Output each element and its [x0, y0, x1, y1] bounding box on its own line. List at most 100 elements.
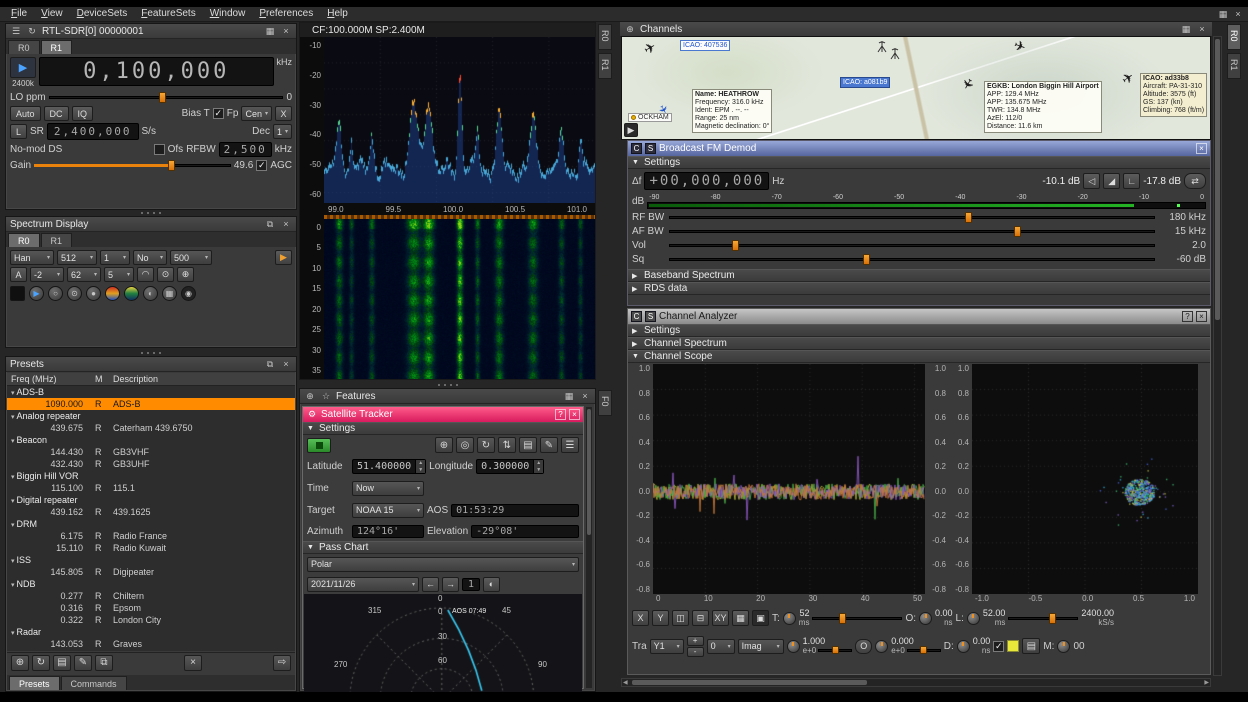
background-color-button[interactable] — [10, 286, 25, 301]
averaging-mode-combo[interactable]: No▾ — [133, 250, 167, 265]
timebase-knob[interactable] — [783, 612, 796, 625]
decay-combo[interactable]: 5▾ — [104, 267, 134, 282]
autoscale-button[interactable]: A — [10, 267, 27, 282]
fm-demod-titlebar[interactable]: C S Broadcast FM Demod × — [628, 141, 1210, 156]
splitter-handle[interactable] — [5, 349, 297, 356]
rds-data-section[interactable]: ▶ RDS data — [628, 282, 1210, 295]
max-hold-button[interactable]: ● — [86, 286, 101, 301]
waterfall-button[interactable] — [124, 286, 139, 301]
fft-window-combo[interactable]: Han▾ — [10, 250, 54, 265]
right-workspace-tab-r0[interactable]: R0 — [1227, 24, 1241, 50]
tracker-settings-section[interactable]: ▼ Settings — [303, 422, 583, 435]
transverter-button[interactable]: X — [275, 106, 292, 121]
right-workspace-tab-r1[interactable]: R1 — [1227, 53, 1241, 79]
preset-row[interactable]: ADS-B — [7, 386, 295, 398]
ref-level-combo[interactable]: -2▾ — [30, 267, 64, 282]
export-preset-button[interactable]: ⧉ — [95, 655, 113, 671]
preset-row[interactable]: 432.430 R GB3UHF — [7, 458, 295, 470]
trigger-offset-knob[interactable] — [919, 612, 932, 625]
decay-curve-icon[interactable]: ◠ — [137, 267, 154, 282]
fft-size-combo[interactable]: 512▾ — [57, 250, 97, 265]
scope-xy-button[interactable]: XY — [712, 610, 729, 626]
stereo-icon[interactable]: ◢ — [1103, 173, 1120, 189]
close-icon[interactable]: × — [280, 358, 292, 370]
channel-frequency-display[interactable]: +00,000,000 — [644, 172, 769, 190]
spectrum-play-button[interactable]: ▶ — [275, 250, 292, 265]
preset-row[interactable]: Biggin Hill VOR — [7, 470, 295, 482]
analyzer-settings-section[interactable]: ▶ Settings — [628, 324, 1210, 337]
target-combo[interactable]: NOAA 15▾ — [352, 503, 424, 518]
star-icon[interactable]: ☆ — [320, 390, 332, 402]
menu-item[interactable]: Preferences — [252, 7, 320, 21]
add-trace-button[interactable]: + — [687, 636, 704, 646]
grid-button[interactable]: ▦ — [162, 286, 177, 301]
preset-row[interactable]: DRM — [7, 518, 295, 530]
detach-icon[interactable]: ⧉ — [264, 218, 276, 230]
reorder-icon[interactable]: ▦ — [264, 25, 276, 37]
channel-scope-section[interactable]: ▼ Channel Scope — [628, 350, 1210, 363]
pass-date-combo[interactable]: 2021/11/26▾ — [307, 577, 419, 592]
squelch-icon[interactable]: ∟ — [1123, 173, 1140, 189]
previous-pass-button[interactable]: ← — [422, 577, 439, 592]
scope-trace-plot[interactable] — [653, 364, 925, 594]
offset-reset-button[interactable]: O — [855, 639, 872, 654]
link-map-icon[interactable]: ◎ — [456, 437, 474, 453]
spectrum-tab-r0[interactable]: R0 — [8, 233, 40, 247]
phosphor-icon[interactable]: ⊙ — [157, 267, 174, 282]
workspace-tab-r1[interactable]: R1 — [598, 53, 612, 79]
menu-item[interactable]: Window — [203, 7, 253, 21]
preset-row[interactable]: 144.430 R GB3VHF — [7, 446, 295, 458]
aircraft-icon[interactable]: ✈ — [641, 39, 658, 57]
delay-knob[interactable] — [957, 640, 970, 653]
edit-preset-button[interactable]: ✎ — [74, 655, 92, 671]
split-vertical-button[interactable]: ⊟ — [692, 610, 709, 626]
invert-waterfall-button[interactable]: ◐ — [143, 286, 158, 301]
timebase-slider[interactable] — [812, 612, 902, 625]
next-pass-button[interactable]: → — [442, 577, 459, 592]
scope-y-only-button[interactable]: Y — [652, 610, 669, 626]
menu-item[interactable]: Help — [320, 7, 355, 21]
preset-row[interactable]: NDB — [7, 578, 295, 590]
rf-bw-slider[interactable] — [669, 211, 1155, 224]
amplitude-exp-slider[interactable] — [818, 646, 852, 655]
preset-row[interactable]: 6.175 R Radio France — [7, 530, 295, 542]
preset-row[interactable]: 143.053 R Graves — [7, 638, 295, 650]
scroll-left-icon[interactable]: ◀ — [623, 679, 628, 686]
refresh-rate-combo[interactable]: 500▾ — [170, 250, 212, 265]
update-tle-icon[interactable]: ↻ — [477, 437, 495, 453]
close-icon[interactable]: × — [1196, 311, 1207, 322]
adsb-map[interactable]: ✈ ✈ ✈ ✈ ✈ ICAO: 407536 ICAO: a081b9 OCKH… — [621, 36, 1211, 140]
spectrum-tab-r1[interactable]: R1 — [41, 233, 73, 247]
change-device-icon[interactable]: ↻ — [26, 25, 38, 37]
up-icon[interactable]: ▲ — [536, 460, 541, 466]
splitter-handle[interactable] — [5, 209, 297, 216]
channel-stream-button[interactable]: S — [645, 143, 656, 154]
menu-item[interactable]: File — [4, 7, 34, 21]
agc-checkbox[interactable]: ✓ — [256, 160, 267, 171]
map-layers-button[interactable]: ▶ — [624, 123, 638, 137]
grid-button[interactable]: ▦ — [732, 610, 749, 626]
device-tab-r1[interactable]: R1 — [41, 40, 73, 54]
trace-select-combo[interactable]: Y1▾ — [650, 639, 684, 654]
grid-intensity-button[interactable]: ▣ — [752, 610, 769, 626]
aircraft-icao-label[interactable]: ICAO: 407536 — [680, 40, 730, 51]
squelch-slider[interactable] — [669, 253, 1155, 266]
af-bw-slider[interactable] — [669, 225, 1155, 238]
menu-item[interactable]: DeviceSets — [70, 7, 135, 21]
channel-settings-button[interactable]: C — [631, 311, 642, 322]
split-horizontal-button[interactable]: ◫ — [672, 610, 689, 626]
add-feature-icon[interactable]: ⊕ — [304, 390, 316, 402]
rfbw-display[interactable]: 2,500 — [219, 142, 272, 157]
channel-spectrum-section[interactable]: ▶ Channel Spectrum — [628, 337, 1210, 350]
latitude-field[interactable]: 51.400000▲▼ — [352, 459, 426, 474]
preset-row[interactable]: 439.162 R 439.1625 — [7, 506, 295, 518]
range-combo[interactable]: 62▾ — [67, 267, 101, 282]
start-device-button[interactable]: ▶ — [10, 57, 36, 78]
channels-h-scrollbar[interactable]: ◀ ▶ — [621, 678, 1211, 687]
edit-satellites-icon[interactable]: ✎ — [540, 437, 558, 453]
volume-slider[interactable] — [669, 239, 1155, 252]
start-tracker-button[interactable] — [307, 438, 331, 453]
sample-rate-display[interactable]: 2,400,000 — [47, 123, 139, 140]
autotarget-icon[interactable]: ⊕ — [435, 437, 453, 453]
menu-item[interactable]: View — [34, 7, 70, 21]
